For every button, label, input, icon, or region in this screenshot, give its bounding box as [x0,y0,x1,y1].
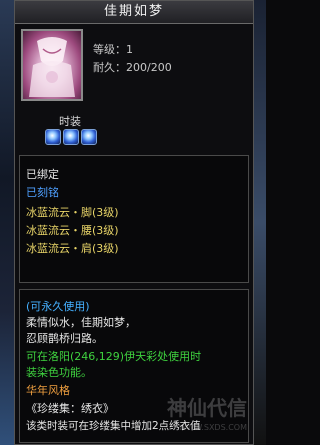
item-title: 佳期如梦 [15,1,253,24]
bind-info-box: 已绑定 已刻铭 冰蓝流云・脚(3级) 冰蓝流云・腰(3级) 冰蓝流云・肩(3级) [19,155,249,283]
item-portrait-icon [21,29,83,101]
collection-label: 《珍缕集：绣衣》 [26,402,114,415]
item-tooltip-panel: 佳期如梦 等级：1 耐久：200/200 时装 已绑定 已刻铭 冰蓝流云・脚(3… [14,0,254,445]
gem-slot-icon [63,129,79,145]
background-right [254,0,266,445]
bound-status: 已绑定 [26,168,59,181]
dye-info-line-2: 装染色功能。 [26,366,92,379]
fashion-section-label: 时装 [59,115,81,128]
dye-info-line-1: 可在洛阳(246,129)伊天彩处使用时 [26,350,202,363]
item-durability: 耐久：200/200 [93,61,172,74]
poem-line-2: 忍顾鹊桥归路。 [26,332,103,345]
gem-slot-icon [81,129,97,145]
site-watermark-logo: 神仙代信 WWW.SXDS.COM [151,398,247,438]
set-piece-shoulder: 冰蓝流云・肩(3级) [26,242,119,255]
poem-line-1: 柔情似水，佳期如梦， [26,316,136,329]
set-piece-waist: 冰蓝流云・腰(3级) [26,224,119,237]
set-piece-feet: 冰蓝流云・脚(3级) [26,206,119,219]
background-left [0,0,14,445]
style-label: 华年风格 [26,384,70,397]
permanent-use-note: (可永久使用) [26,300,90,313]
watermark-text: 神仙代信 [167,396,247,420]
item-level: 等级：1 [93,43,133,56]
gem-slot-icon [45,129,61,145]
watermark-url: WWW.SXDS.COM [178,423,247,432]
engraved-status: 已刻铭 [26,186,59,199]
